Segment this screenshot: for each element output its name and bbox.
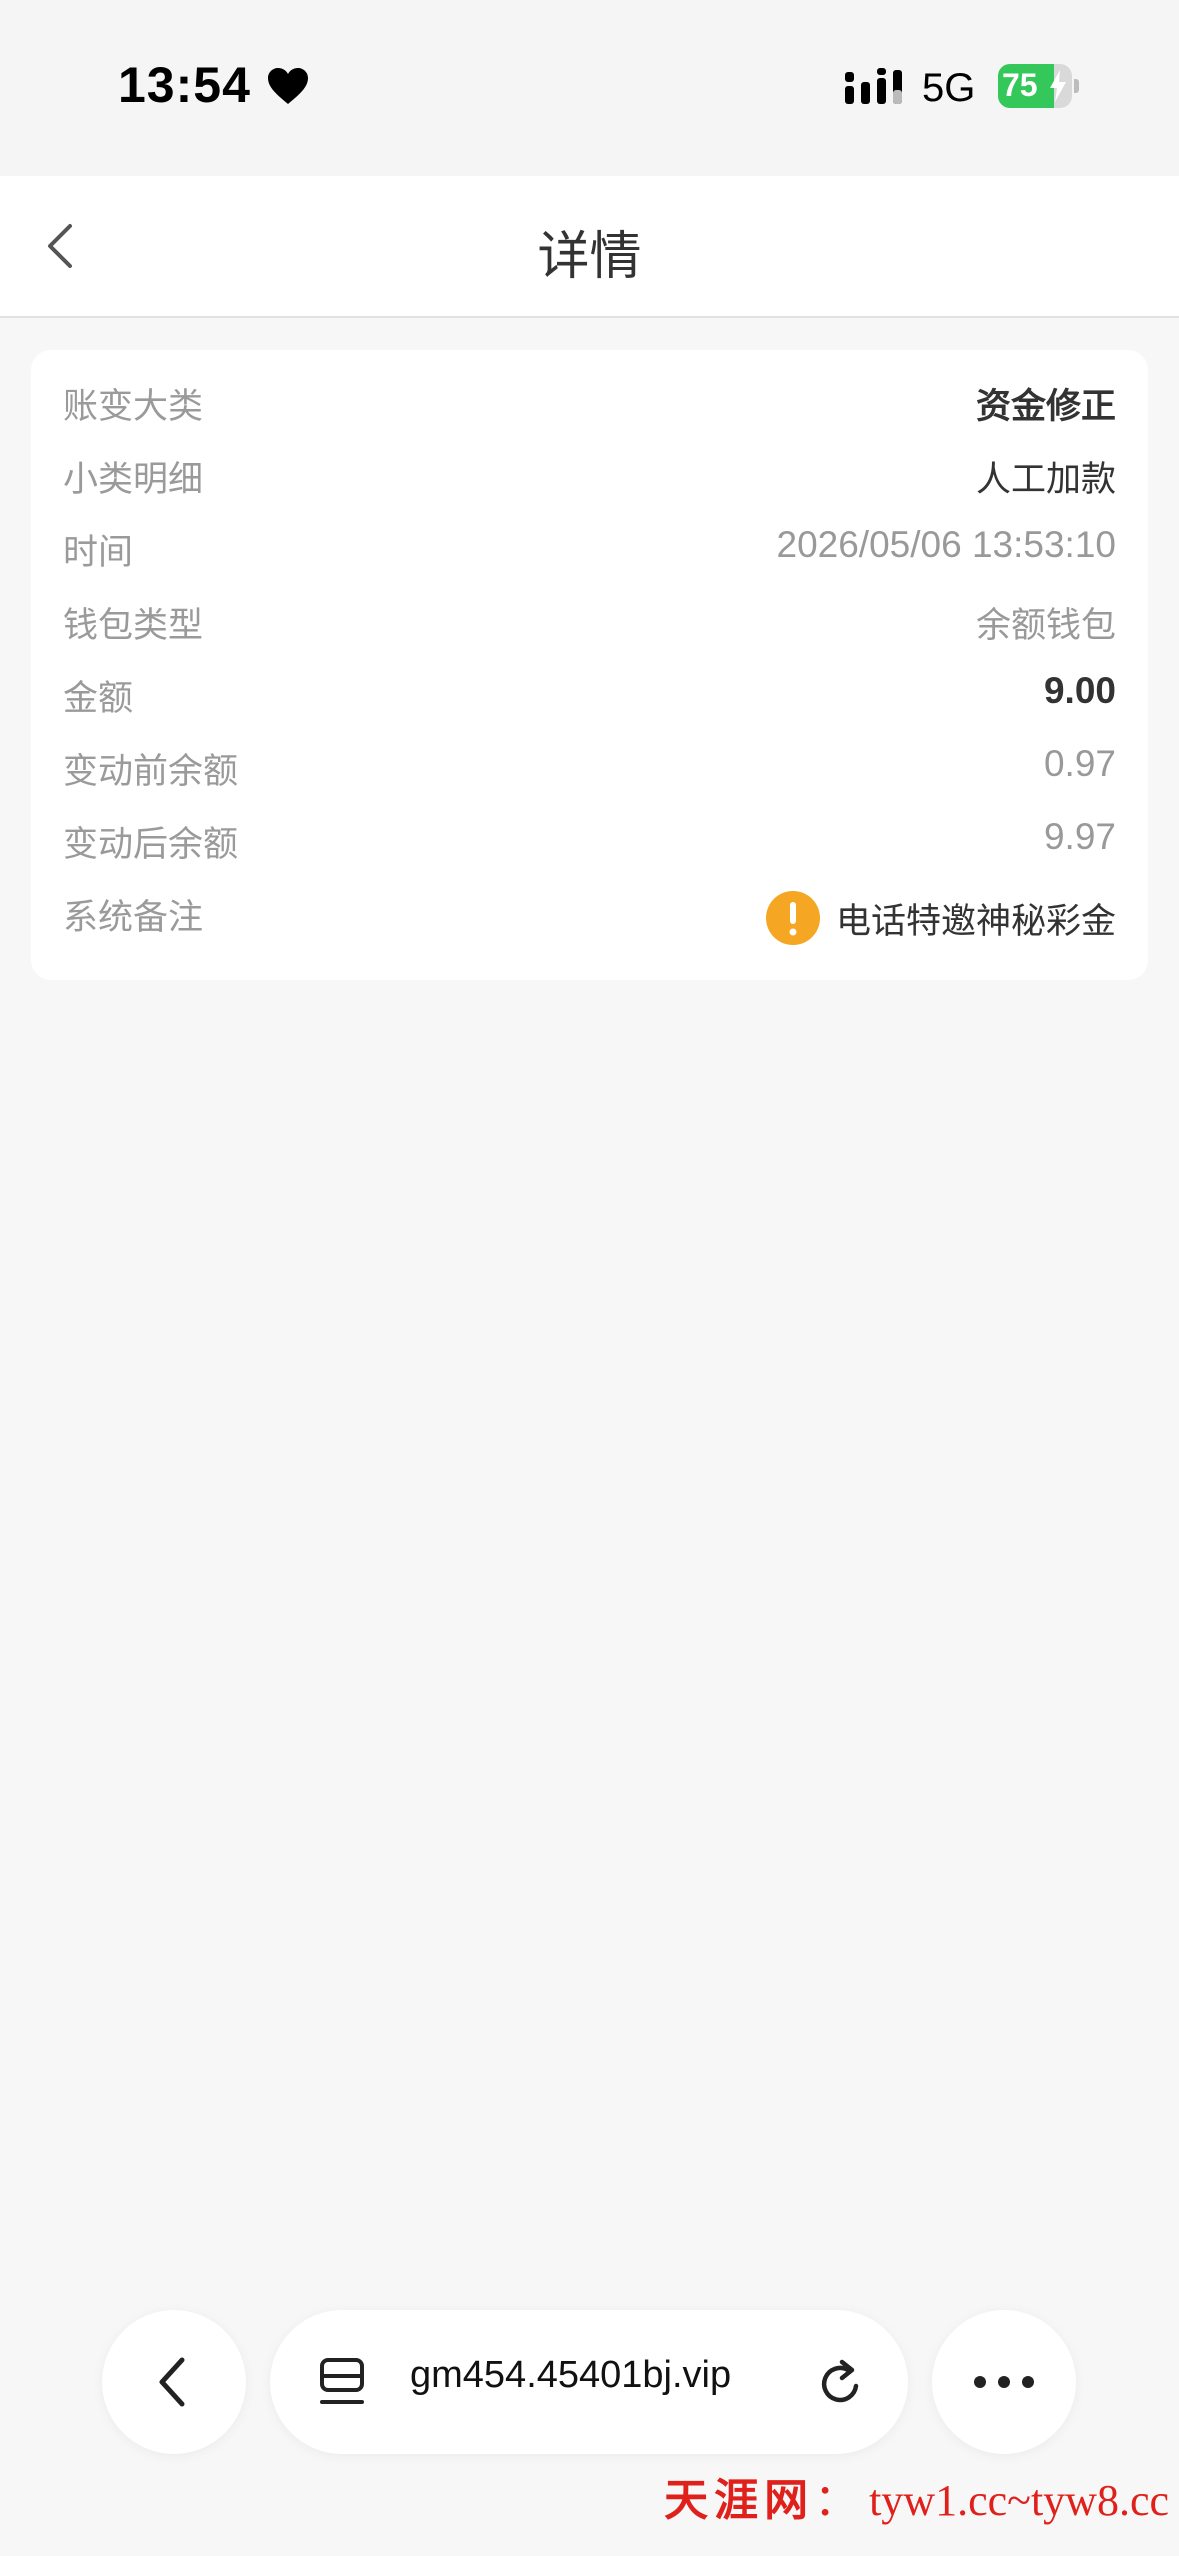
detail-value: 人工加款 (975, 460, 1116, 500)
page-title: 详情 (537, 227, 642, 287)
battery-level: 75 (1002, 67, 1038, 103)
more-button[interactable] (932, 2310, 1076, 2454)
status-time: 13:54 (118, 57, 251, 113)
more-icon (974, 2376, 1034, 2388)
browser-back-button[interactable] (102, 2310, 246, 2454)
detail-label: 系统备注 (63, 898, 204, 938)
detail-row-time: 时间 2026/05/06 13:53:10 (31, 518, 1148, 578)
battery-body: 75 (998, 64, 1072, 108)
reload-icon[interactable] (814, 2356, 868, 2410)
network-label: 5G (922, 66, 976, 110)
detail-card: 账变大类 资金修正 小类明细 人工加款 时间 2026/05/06 13:53:… (31, 350, 1148, 980)
detail-value: 资金修正 (975, 387, 1116, 427)
detail-label: 小类明细 (63, 460, 204, 500)
detail-label: 钱包类型 (63, 606, 204, 646)
detail-row-balance-after: 变动后余额 9.97 (31, 810, 1148, 870)
status-bar: 13:54 5G 75 (0, 0, 1179, 176)
detail-row-subcategory: 小类明细 人工加款 (31, 445, 1148, 505)
remark-text: 电话特邀神秘彩金 (835, 901, 1116, 942)
detail-row-category: 账变大类 资金修正 (31, 372, 1148, 432)
detail-value: 9.00 (1043, 670, 1116, 711)
detail-label: 时间 (63, 533, 134, 573)
detail-label: 变动后余额 (63, 825, 239, 865)
watermark-name: 天涯网 (664, 2476, 815, 2525)
detail-row-remark: 系统备注 电话特邀神秘彩金 (31, 883, 1148, 953)
tabs-icon[interactable] (316, 2356, 368, 2408)
detail-label: 金额 (63, 679, 134, 719)
battery-icon: 75 (998, 64, 1080, 108)
detail-row-amount: 金额 9.00 (31, 664, 1148, 724)
detail-value: 9.97 (1043, 816, 1116, 857)
heart-icon (268, 68, 308, 104)
detail-row-wallet: 钱包类型 余额钱包 (31, 591, 1148, 651)
watermark: 天涯网： tyw1.cc~tyw8.cc (664, 2464, 1169, 2528)
url-text[interactable]: gm454.45401bj.vip (410, 2354, 790, 2397)
watermark-separator: ： (814, 2476, 859, 2525)
detail-label: 变动前余额 (63, 752, 239, 792)
nav-bar: 详情 (0, 176, 1179, 318)
watermark-urls: tyw1.cc~tyw8.cc (869, 2476, 1169, 2525)
warning-icon (765, 891, 820, 945)
detail-label: 账变大类 (63, 387, 204, 427)
address-bar[interactable]: gm454.45401bj.vip (270, 2310, 908, 2454)
detail-value: 余额钱包 (975, 606, 1116, 646)
detail-row-balance-before: 变动前余额 0.97 (31, 737, 1148, 797)
chevron-left-icon (159, 2357, 185, 2407)
detail-value: 2026/05/06 13:53:10 (776, 524, 1117, 565)
detail-value: 0.97 (1043, 743, 1116, 784)
signal-icon (845, 68, 902, 104)
remark-value[interactable]: 电话特邀神秘彩金 (765, 891, 1116, 945)
battery-cap (1074, 79, 1079, 93)
bolt-icon (1050, 70, 1066, 102)
